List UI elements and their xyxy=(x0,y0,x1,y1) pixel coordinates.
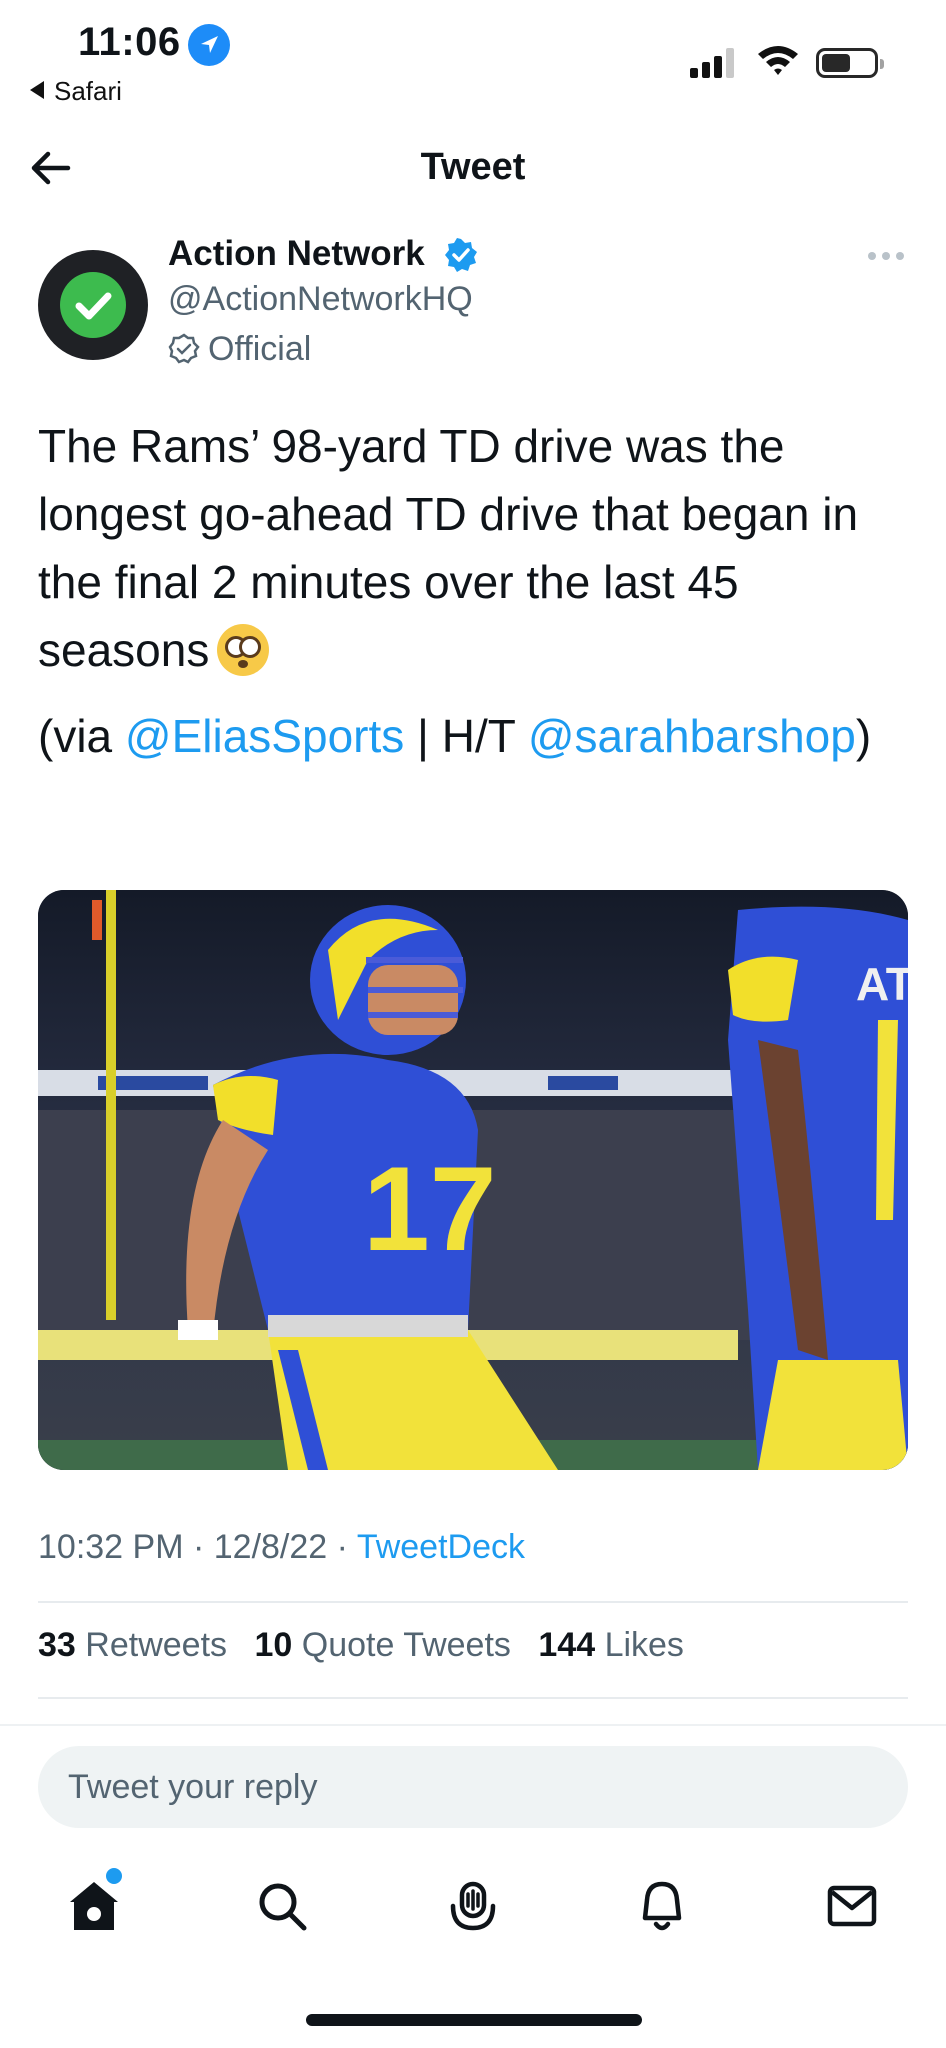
flushed-face-icon xyxy=(217,624,270,676)
location-arrow-icon xyxy=(188,24,230,66)
meta-separator: · xyxy=(183,1528,214,1566)
divider xyxy=(38,1697,908,1699)
status-bar: 11:06 Safari xyxy=(0,0,946,110)
meta-separator: · xyxy=(327,1528,357,1566)
via-suffix: ) xyxy=(855,710,872,762)
quote-tweets-label: Quote Tweets xyxy=(301,1626,511,1664)
messages-icon[interactable] xyxy=(822,1876,882,1936)
search-icon[interactable] xyxy=(252,1876,312,1936)
page-title: Tweet xyxy=(420,146,526,188)
avatar[interactable] xyxy=(38,250,148,360)
tweet-text: The Rams’ 98-yard TD drive was the longe… xyxy=(38,412,908,684)
likes-label: Likes xyxy=(604,1626,684,1664)
tweet-header: Tweet xyxy=(0,130,946,210)
reply-input[interactable] xyxy=(68,1746,868,1828)
tweet-body: The Rams’ 98-yard TD drive was the longe… xyxy=(38,420,859,676)
tweet-media-image[interactable]: 17 AT xyxy=(38,890,908,1470)
reply-separator xyxy=(0,1724,946,1726)
tweet-time: 10:32 PM xyxy=(38,1528,184,1566)
wifi-icon xyxy=(758,46,798,75)
retweets-label: Retweets xyxy=(85,1626,228,1664)
tweet-date: 12/8/22 xyxy=(213,1528,328,1566)
mention-elias-sports[interactable]: @EliasSports xyxy=(125,710,404,762)
official-text: Official xyxy=(208,330,312,368)
author-handle[interactable]: @ActionNetworkHQ xyxy=(168,280,473,319)
tweet-timestamp: 10:32 PM · 12/8/22 · TweetDeck xyxy=(38,1528,525,1567)
retweets-stat[interactable]: 33 Retweets xyxy=(38,1626,227,1664)
back-to-safari-link[interactable]: Safari xyxy=(30,76,122,107)
spaces-icon[interactable] xyxy=(443,1876,503,1936)
official-label: Official xyxy=(168,330,311,369)
more-options-icon[interactable] xyxy=(866,246,906,266)
quote-tweets-count: 10 xyxy=(254,1626,293,1664)
likes-count: 144 xyxy=(538,1626,596,1664)
divider xyxy=(38,1601,908,1603)
quote-tweets-stat[interactable]: 10 Quote Tweets xyxy=(254,1626,510,1664)
author-name[interactable]: Action Network xyxy=(168,234,425,274)
likes-stat[interactable]: 144 Likes xyxy=(538,1626,684,1664)
verified-badge-icon xyxy=(445,238,477,272)
back-app-label: Safari xyxy=(54,76,122,106)
home-indicator[interactable] xyxy=(306,2014,642,2026)
tweet-source-link[interactable]: TweetDeck xyxy=(357,1528,525,1566)
battery-icon xyxy=(816,48,884,78)
tweet-credit: (via @EliasSports | H/T @sarahbarshop) xyxy=(38,702,908,770)
notifications-icon[interactable] xyxy=(632,1876,692,1936)
status-time: 11:06 xyxy=(78,20,181,64)
mention-sarahbarshop[interactable]: @sarahbarshop xyxy=(528,710,856,762)
tweet-stats: 33 Retweets 10 Quote Tweets 144 Likes xyxy=(38,1626,702,1665)
home-icon[interactable] xyxy=(64,1876,124,1936)
checkmark-icon xyxy=(75,292,112,320)
via-prefix: (via xyxy=(38,710,125,762)
svg-text:17: 17 xyxy=(363,1142,496,1276)
back-triangle-icon xyxy=(30,81,44,99)
cellular-signal-icon xyxy=(690,48,738,78)
football-player-photo: 17 AT xyxy=(38,890,908,1470)
svg-text:AT: AT xyxy=(856,958,908,1010)
retweets-count: 33 xyxy=(38,1626,76,1664)
ht-text: | H/T xyxy=(404,710,528,762)
reply-box[interactable] xyxy=(38,1746,908,1828)
official-badge-icon xyxy=(168,333,200,364)
home-notification-dot xyxy=(106,1868,122,1884)
